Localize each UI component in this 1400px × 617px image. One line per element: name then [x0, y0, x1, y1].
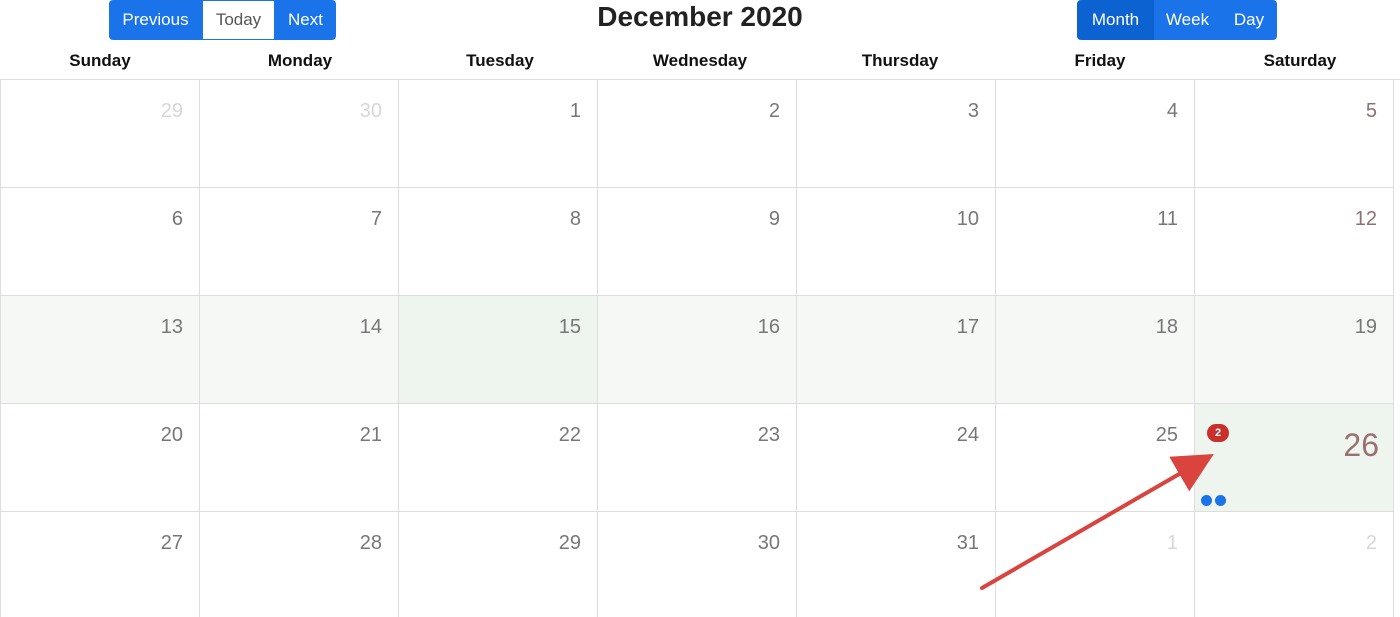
day-cell[interactable]: 8	[398, 188, 598, 296]
day-cell[interactable]: 29	[398, 512, 598, 617]
day-number: 17	[956, 316, 979, 338]
day-cell[interactable]: 18	[995, 296, 1195, 404]
calendar-title: December 2020	[597, 1, 803, 32]
day-number: 19	[1354, 316, 1377, 338]
day-number: 29	[160, 100, 183, 122]
day-number: 27	[160, 532, 183, 554]
day-number: 31	[956, 532, 979, 554]
month-view-button[interactable]: Month	[1077, 0, 1154, 40]
view-button-group: Month Week Day	[1077, 0, 1277, 40]
navigation-button-group: Previous Today Next	[109, 0, 336, 40]
today-button[interactable]: Today	[202, 0, 275, 40]
day-cell[interactable]: 28	[199, 512, 399, 617]
day-cell[interactable]: 20	[0, 404, 200, 512]
week-row: 20 21 22 23 24 25 26 2	[0, 404, 1400, 512]
day-cell[interactable]: 21	[199, 404, 399, 512]
day-cell[interactable]: 14	[199, 296, 399, 404]
weekday-saturday: Saturday	[1263, 51, 1337, 70]
day-number: 30	[757, 532, 780, 554]
day-number: 20	[160, 424, 183, 446]
day-cell[interactable]: 16	[597, 296, 797, 404]
weekday-header: Sunday Monday Tuesday Wednesday Thursday Frid…	[0, 46, 1400, 79]
day-number: 22	[558, 424, 581, 446]
day-number: 23	[757, 424, 780, 446]
day-number: 3	[967, 100, 979, 122]
day-cell[interactable]: 27	[0, 512, 200, 617]
day-number: 18	[1155, 316, 1178, 338]
day-cell-selected[interactable]: 26 2	[1194, 404, 1394, 512]
day-cell[interactable]: 24	[796, 404, 996, 512]
day-number: 2	[1365, 532, 1377, 554]
next-button[interactable]: Next	[275, 0, 336, 40]
day-number: 1	[1166, 532, 1178, 554]
weekday-thursday: Thursday	[861, 51, 939, 70]
day-number: 25	[1155, 424, 1178, 446]
day-cell[interactable]: 29	[0, 80, 200, 188]
day-number: 14	[359, 316, 382, 338]
day-cell[interactable]: 23	[597, 404, 797, 512]
day-cell[interactable]: 5	[1194, 80, 1394, 188]
day-cell[interactable]: 13	[0, 296, 200, 404]
month-grid: 29 30 1 2 3 4 5 6 7 8 9 10 11 12 13 14 15 16 17 18 19 20 21 22 2…	[0, 79, 1400, 617]
day-number: 26	[1343, 427, 1379, 463]
week-row: 6 7 8 9 10 11 12	[0, 188, 1400, 296]
day-cell[interactable]: 4	[995, 80, 1195, 188]
day-cell[interactable]: 3	[796, 80, 996, 188]
weekday-wednesday: Wednesday	[652, 51, 748, 70]
day-number: 1	[569, 100, 581, 122]
day-cell[interactable]: 6	[0, 188, 200, 296]
day-number: 21	[359, 424, 382, 446]
day-cell[interactable]: 1	[398, 80, 598, 188]
day-cell[interactable]: 31	[796, 512, 996, 617]
calendar-app: Previous Today Next December 2020 Month …	[0, 0, 1400, 617]
day-cell[interactable]: 7	[199, 188, 399, 296]
weekday-tuesday: Tuesday	[466, 51, 534, 70]
day-number: 8	[569, 208, 581, 230]
event-count-badge: 2	[1207, 424, 1229, 442]
week-row: 13 14 15 16 17 18 19	[0, 296, 1400, 404]
day-number: 28	[359, 532, 382, 554]
day-cell[interactable]: 22	[398, 404, 598, 512]
day-view-button[interactable]: Day	[1221, 0, 1277, 40]
day-cell[interactable]: 30	[597, 512, 797, 617]
day-number: 11	[1157, 208, 1178, 230]
day-number: 4	[1166, 100, 1178, 122]
day-number: 12	[1354, 208, 1377, 230]
day-number: 13	[160, 316, 183, 338]
day-cell[interactable]: 19	[1194, 296, 1394, 404]
day-number: 5	[1365, 100, 1377, 122]
day-number: 7	[370, 208, 382, 230]
day-number: 16	[757, 316, 780, 338]
day-cell[interactable]: 9	[597, 188, 797, 296]
weekday-monday: Monday	[267, 51, 333, 70]
event-dots	[1201, 495, 1226, 506]
previous-button[interactable]: Previous	[109, 0, 202, 40]
day-number: 15	[558, 316, 581, 338]
week-row: 29 30 1 2 3 4 5	[0, 80, 1400, 188]
day-number: 10	[956, 208, 979, 230]
day-number: 24	[956, 424, 979, 446]
event-dot[interactable]	[1201, 495, 1212, 506]
day-cell[interactable]: 30	[199, 80, 399, 188]
day-number: 30	[359, 100, 382, 122]
day-number: 29	[558, 532, 581, 554]
day-cell[interactable]: 25	[995, 404, 1195, 512]
day-cell[interactable]: 2	[597, 80, 797, 188]
day-cell[interactable]: 17	[796, 296, 996, 404]
day-number: 2	[768, 100, 780, 122]
day-cell[interactable]: 11	[995, 188, 1195, 296]
day-cell[interactable]: 10	[796, 188, 996, 296]
week-row: 27 28 29 30 31 1 2	[0, 512, 1400, 617]
week-view-button[interactable]: Week	[1154, 0, 1221, 40]
day-number: 9	[768, 208, 780, 230]
day-cell[interactable]: 2	[1194, 512, 1394, 617]
weekday-friday: Friday	[1074, 51, 1126, 70]
day-cell-today[interactable]: 15	[398, 296, 598, 404]
day-number: 6	[171, 208, 183, 230]
event-dot[interactable]	[1215, 495, 1226, 506]
day-cell[interactable]: 1	[995, 512, 1195, 617]
weekday-sunday: Sunday	[69, 51, 131, 70]
day-cell[interactable]: 12	[1194, 188, 1394, 296]
